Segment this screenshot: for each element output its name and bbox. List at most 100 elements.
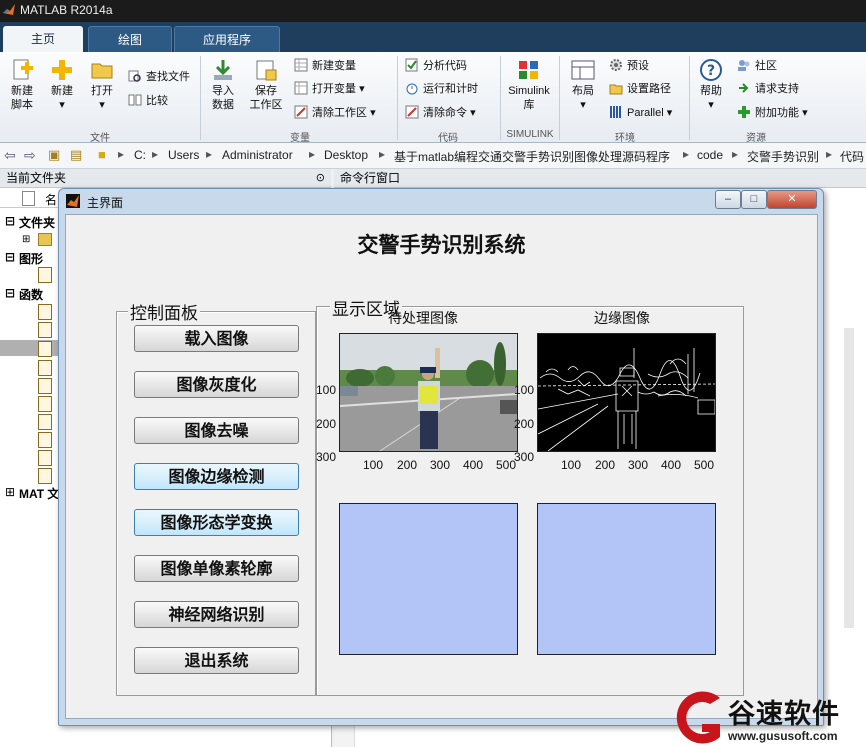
panel-menu-icon[interactable]: ⊙ — [316, 169, 325, 187]
tree-toggle-icon[interactable]: ⊟ — [5, 286, 15, 300]
run-and-time-label: 运行和计时 — [423, 83, 478, 95]
empty-axes-3[interactable] — [339, 503, 518, 655]
clear-workspace-button[interactable]: 清除工作区 ▾ — [294, 104, 376, 122]
tab-apps[interactable]: 应用程序 — [174, 26, 280, 53]
analyze-code-label: 分析代码 — [423, 60, 467, 72]
preferences-label: 预设 — [627, 60, 649, 72]
back-arrow-icon[interactable]: ⇦ — [4, 147, 16, 164]
empty-axes-4[interactable] — [537, 503, 716, 655]
new-variable-button[interactable]: 新建变量 — [294, 57, 356, 75]
denoise-button[interactable]: 图像去噪 — [134, 417, 299, 444]
forward-arrow-icon[interactable]: ⇨ — [24, 147, 36, 164]
preferences-button[interactable]: 预设 — [609, 57, 649, 75]
open-variable-icon — [294, 81, 308, 95]
tree-expand-icon[interactable]: ⊞ — [22, 234, 30, 245]
browse-folder-icon[interactable]: ▤ — [70, 147, 82, 163]
import-data-label: 导入 数据 — [212, 85, 234, 111]
find-files-button[interactable]: 查找文件 — [128, 68, 190, 86]
breadcrumb-item[interactable]: code — [697, 148, 723, 162]
tree-toggle-icon[interactable]: ⊟ — [5, 250, 15, 264]
edge-detection-image — [538, 348, 715, 451]
tree-group-functions[interactable]: 函数 — [19, 286, 43, 303]
clear-commands-button[interactable]: 清除命令 ▾ — [405, 104, 476, 122]
ribbon-divider — [559, 56, 560, 140]
edge-detection-button[interactable]: 图像边缘检测 — [134, 463, 299, 490]
grayscale-button[interactable]: 图像灰度化 — [134, 371, 299, 398]
run-and-time-icon — [406, 83, 418, 95]
breadcrumb-item[interactable]: Users — [168, 148, 199, 162]
analyze-code-icon — [405, 58, 418, 72]
add-ons-button[interactable]: 附加功能 ▾ — [737, 104, 808, 122]
control-panel — [116, 311, 316, 696]
address-bar[interactable]: ⇦ ⇨ ▣ ▤ ■ ▸ C: ▸ Users ▸ Administrator ▸… — [0, 143, 866, 169]
save-workspace-button[interactable]: 保存 工作区 — [246, 58, 286, 112]
request-support-button[interactable]: 请求支持 — [737, 80, 799, 98]
control-panel-title: 控制面板 — [128, 299, 200, 324]
name-column-header[interactable]: 名 — [45, 191, 57, 208]
folder-icon — [38, 233, 52, 246]
morphology-button[interactable]: 图像形态学变换 — [134, 509, 299, 536]
breadcrumb-item[interactable]: Administrator — [222, 148, 293, 162]
open-folder-icon — [91, 63, 113, 79]
new-variable-icon — [294, 58, 308, 72]
new-script-button[interactable]: 新建 脚本 — [4, 58, 40, 112]
gui-figure-window[interactable]: 主界面 – □ ✕ 交警手势识别系统 控制面板 载入图像 图像灰度化 图像去噪 … — [58, 188, 824, 726]
function-file-icon — [38, 360, 52, 376]
watermark-brand: 谷速软件 — [728, 699, 840, 730]
function-file-icon — [38, 341, 52, 357]
exit-button[interactable]: 退出系统 — [134, 647, 299, 674]
simulink-library-button[interactable]: Simulink 库 — [503, 58, 555, 112]
figure-title-bar[interactable]: 主界面 – □ ✕ — [59, 189, 823, 213]
breadcrumb-item[interactable]: 代码 — [840, 148, 864, 165]
tree-toggle-icon[interactable]: ⊟ — [5, 214, 15, 228]
close-icon[interactable]: ✕ — [767, 190, 817, 209]
figure-file-icon — [38, 267, 52, 283]
crumb-separator-icon: ▸ — [118, 147, 125, 161]
breadcrumb-item[interactable]: C: — [134, 148, 146, 162]
tree-group-figures[interactable]: 图形 — [19, 250, 43, 267]
crumb-separator-icon: ▸ — [732, 147, 739, 161]
crumb-separator-icon: ▸ — [683, 147, 690, 161]
open-button[interactable]: 打开 ▾ — [84, 58, 120, 112]
simulink-label: Simulink 库 — [508, 85, 550, 111]
parallel-button[interactable]: Parallel ▾ — [609, 104, 672, 122]
open-variable-button[interactable]: 打开变量 ▾ — [294, 80, 365, 98]
tab-plots[interactable]: 绘图 — [88, 26, 172, 53]
app-title: MATLAB R2014a — [20, 3, 113, 17]
new-button[interactable]: 新建 ▾ — [46, 58, 78, 112]
help-button[interactable]: ? 帮助 ▾ — [694, 58, 728, 112]
tree-expand-icon[interactable]: ⊞ — [5, 485, 15, 499]
new-dropdown-icon: ▾ — [59, 99, 65, 111]
command-window-title: 命令行窗口 — [340, 171, 401, 185]
tab-home[interactable]: 主页 — [3, 26, 83, 52]
neural-network-button[interactable]: 神经网络识别 — [134, 601, 299, 628]
up-folder-icon[interactable]: ▣ — [48, 147, 60, 163]
breadcrumb-item[interactable]: 交警手势识别 — [747, 148, 819, 165]
layout-button[interactable]: 布局 ▾ — [565, 58, 601, 112]
edge-image-axes[interactable] — [537, 333, 716, 452]
tree-group-folders[interactable]: 文件夹 — [19, 214, 55, 231]
set-path-button[interactable]: 设置路径 — [609, 80, 671, 98]
import-data-button[interactable]: 导入 数据 — [205, 58, 241, 112]
maximize-icon[interactable]: □ — [741, 190, 767, 209]
axes-title: 边缘图像 — [594, 311, 650, 327]
source-image-axes[interactable] — [339, 333, 518, 452]
breadcrumb-item[interactable]: 基于matlab编程交通交警手势识别图像处理源码程序 — [394, 148, 670, 165]
compare-button[interactable]: 比较 — [128, 92, 168, 110]
analyze-code-button[interactable]: 分析代码 — [405, 57, 467, 75]
single-pixel-contour-button[interactable]: 图像单像素轮廓 — [134, 555, 299, 582]
open-variable-label: 打开变量 — [312, 83, 356, 95]
tree-group-mat-files[interactable]: MAT 文 — [19, 485, 59, 502]
watermark-url: www.gususoft.com — [728, 729, 838, 743]
help-dropdown-icon: ▾ — [708, 99, 714, 111]
y-tick: 300 — [514, 450, 535, 464]
community-button[interactable]: 社区 — [737, 57, 777, 75]
breadcrumb-item[interactable]: Desktop — [324, 148, 368, 162]
community-label: 社区 — [755, 60, 777, 72]
load-image-button[interactable]: 载入图像 — [134, 325, 299, 352]
minimize-icon[interactable]: – — [715, 190, 741, 209]
add-ons-dropdown-icon: ▾ — [802, 107, 808, 119]
watermark: 谷速软件 www.gususoft.com — [668, 688, 866, 747]
run-and-time-button[interactable]: 运行和计时 — [405, 80, 478, 98]
folder-icon: ■ — [98, 147, 106, 162]
